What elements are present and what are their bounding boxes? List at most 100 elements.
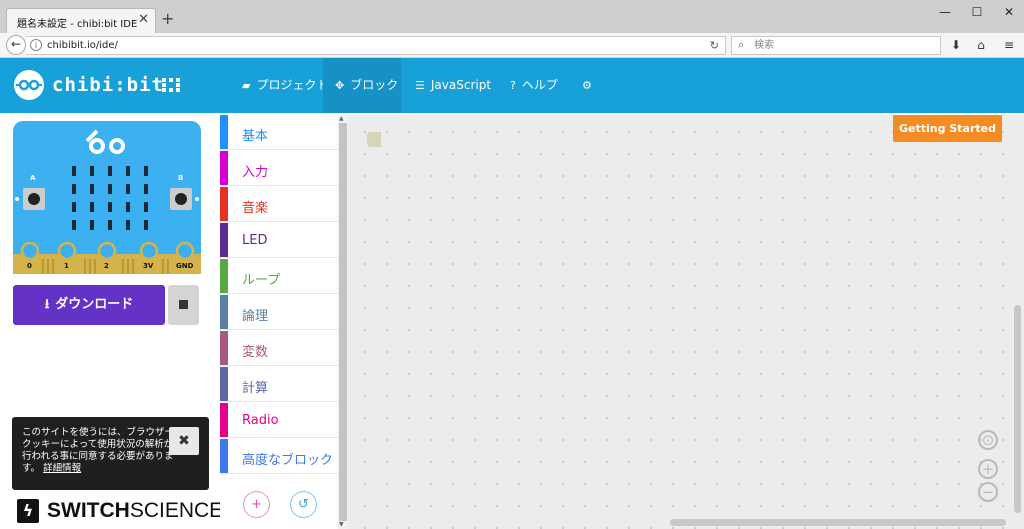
category-variables[interactable]: 変数: [220, 331, 338, 366]
category-advanced[interactable]: 高度なブロック: [220, 439, 338, 474]
menu-project-label: プロジェクト: [256, 78, 329, 92]
pin-2-label: 2: [104, 262, 109, 270]
cookie-notice: このサイトを使うには、ブラウザークッキーによって使用状況の解析が行われる事に同意…: [12, 417, 209, 490]
recenter-icon[interactable]: ⊙: [978, 430, 998, 450]
pin-gnd-label: GND: [176, 262, 194, 270]
lightning-icon: ϟ: [17, 499, 39, 523]
hamburger-menu-icon[interactable]: ≡: [1000, 37, 1018, 53]
brand-switch: SWITCH: [47, 499, 130, 522]
pin-3v-label: 3V: [143, 262, 154, 270]
menu-blocks[interactable]: ✥ ブロック: [323, 58, 401, 113]
workspace-vertical-scrollbar[interactable]: [1014, 305, 1021, 513]
browser-navbar: ← i chibibit.io/ide/ ↻ ⌕ ⬇ ⌂ ≡: [0, 33, 1024, 58]
url-text[interactable]: chibibit.io/ide/: [47, 40, 118, 51]
stop-simulator-button[interactable]: [168, 285, 199, 325]
maximize-icon[interactable]: ☐: [962, 3, 992, 21]
category-color-bar: [220, 187, 228, 221]
minimize-icon[interactable]: —: [930, 3, 960, 21]
app-header: chibi:bit ▰ プロジェクト ✥ ブロック ☰ JavaScript ? ヘルプ…: [0, 58, 1024, 113]
menu-blocks-label: ブロック: [350, 78, 399, 92]
puzzle-icon: ✥: [335, 79, 345, 92]
download-arrow-icon[interactable]: ⬇: [947, 37, 965, 53]
category-input[interactable]: 入力: [220, 151, 338, 186]
category-color-bar: [220, 115, 228, 149]
category-color-bar: [220, 151, 228, 185]
category-radio[interactable]: Radio: [220, 403, 338, 438]
blocks-workspace[interactable]: Getting Started ⊙ + −: [348, 115, 1024, 529]
menu-help-label: ヘルプ: [521, 78, 558, 92]
start-block[interactable]: [367, 132, 381, 147]
category-loops[interactable]: ループ: [220, 259, 338, 294]
category-label: LED: [242, 233, 268, 248]
category-color-bar: [220, 259, 228, 293]
url-bar[interactable]: i chibibit.io/ide/ ↻: [26, 36, 726, 55]
category-color-bar: [220, 223, 228, 257]
category-color-bar: [220, 403, 228, 437]
category-logic[interactable]: 論理: [220, 295, 338, 330]
category-label: 入力: [242, 165, 269, 180]
reload-icon[interactable]: ↻: [710, 39, 719, 52]
category-label: 高度なブロック: [242, 453, 334, 468]
tab-title: 題名未設定 - chibi:bit IDE: [17, 19, 138, 30]
scroll-up-icon[interactable]: ▲: [339, 115, 344, 122]
category-label: 音楽: [242, 201, 269, 216]
search-icon: ⌕: [738, 38, 745, 51]
menu-settings[interactable]: ⚙: [575, 58, 601, 113]
zoom-out-icon[interactable]: −: [978, 482, 998, 502]
help-icon: ?: [510, 79, 516, 92]
download-button[interactable]: ⭳ ダウンロード: [13, 285, 165, 325]
category-color-bar: [220, 367, 228, 401]
undo-button[interactable]: ↺: [290, 491, 317, 518]
info-icon[interactable]: i: [30, 39, 42, 51]
category-label: 計算: [242, 381, 269, 396]
category-label: ループ: [242, 273, 281, 288]
logo-grid-icon: [162, 78, 180, 92]
category-label: 基本: [242, 129, 269, 144]
home-icon[interactable]: ⌂: [972, 37, 990, 53]
code-icon: ☰: [415, 79, 425, 92]
brand-science: SCIENCE: [129, 499, 224, 522]
menu-javascript-label: JavaScript: [430, 78, 492, 92]
back-arrow-icon[interactable]: ←: [6, 35, 26, 55]
category-basic[interactable]: 基本: [220, 115, 338, 150]
category-math[interactable]: 計算: [220, 367, 338, 402]
category-color-bar: [220, 295, 228, 329]
microbit-simulator[interactable]: A B 0 1 2 3V GND: [13, 121, 201, 274]
block-toolbox: 基本 入力 音楽 LED ループ 論理 変数 計算 Radio 高度なブロック …: [220, 115, 338, 529]
menu-help[interactable]: ? ヘルプ: [500, 58, 572, 113]
category-label: 変数: [242, 345, 269, 360]
window-close-icon[interactable]: ✕: [994, 3, 1024, 21]
new-tab-icon[interactable]: +: [161, 11, 174, 27]
button-b-label: B: [178, 174, 184, 182]
search-bar[interactable]: ⌕: [731, 36, 941, 55]
category-label: 論理: [242, 309, 269, 324]
category-color-bar: [220, 331, 228, 365]
folder-icon: ▰: [242, 79, 251, 92]
cookie-close-button[interactable]: ✖: [169, 427, 199, 455]
getting-started-button[interactable]: Getting Started: [893, 115, 1002, 142]
toolbox-scrollbar[interactable]: ▲ ▼: [338, 115, 348, 529]
tab-close-icon[interactable]: ✕: [138, 12, 149, 27]
logo-face-icon: [14, 70, 44, 100]
toolbox-scroll-thumb[interactable]: [339, 123, 347, 521]
logo-text: chibi:bit: [52, 74, 164, 96]
button-a-label: A: [30, 174, 36, 182]
search-input[interactable]: [754, 38, 934, 53]
category-music[interactable]: 音楽: [220, 187, 338, 222]
workspace-horizontal-scrollbar[interactable]: [670, 519, 1006, 526]
add-package-button[interactable]: +: [243, 491, 270, 518]
category-label: Radio: [242, 413, 279, 428]
pin-1-label: 1: [64, 262, 69, 270]
zoom-in-icon[interactable]: +: [978, 459, 998, 479]
cookie-details-link[interactable]: 詳細情報: [43, 463, 81, 474]
menu-javascript[interactable]: ☰ JavaScript: [405, 58, 497, 113]
pin-0-label: 0: [27, 262, 32, 270]
browser-tab[interactable]: 題名未設定 - chibi:bit IDE ✕: [6, 8, 156, 33]
download-label: ダウンロード: [55, 297, 134, 312]
browser-titlebar: 題名未設定 - chibi:bit IDE ✕ + — ☐ ✕: [0, 0, 1024, 33]
stop-icon: [179, 300, 188, 309]
gear-icon: ⚙: [582, 79, 592, 92]
menu-project[interactable]: ▰ プロジェクト: [232, 58, 328, 113]
scroll-down-icon[interactable]: ▼: [339, 521, 344, 528]
category-led[interactable]: LED: [220, 223, 338, 258]
